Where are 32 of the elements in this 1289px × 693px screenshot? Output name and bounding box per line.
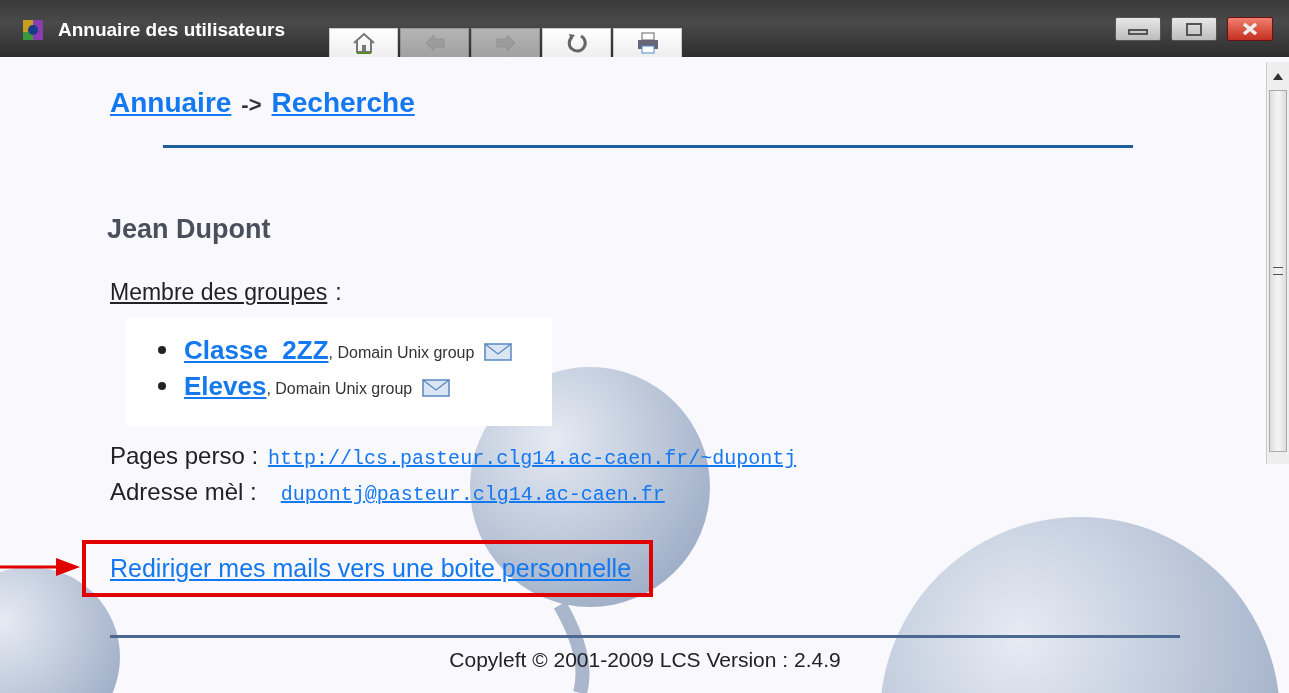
scroll-thumb[interactable] <box>1269 90 1287 452</box>
window-title: Annuaire des utilisateurs <box>58 19 285 41</box>
up-arrow-icon <box>1273 72 1283 80</box>
breadcrumb-link[interactable]: Annuaire <box>110 87 232 119</box>
groups-heading: Membre des groupes <box>110 279 328 306</box>
close-icon <box>1241 23 1259 35</box>
heading-colon: : <box>335 279 342 306</box>
envelope-icon[interactable] <box>484 343 513 361</box>
app-icon <box>22 19 44 41</box>
field-label: Adresse mèl : <box>110 478 257 506</box>
group-link[interactable]: Classe_2ZZ <box>184 334 329 366</box>
field-link[interactable]: http://lcs.pasteur.clg14.ac-caen.fr/~dupontj <box>268 447 797 470</box>
group-link[interactable]: Eleves <box>184 370 267 402</box>
breadcrumb-link[interactable]: Recherche <box>271 87 415 119</box>
bullet-icon <box>158 382 166 390</box>
close-button[interactable] <box>1227 17 1273 41</box>
redirect-link[interactable]: Rediriger mes mails vers une boite personnelle <box>110 554 632 582</box>
minimize-button[interactable] <box>1115 17 1161 41</box>
maximize-button[interactable] <box>1171 17 1217 41</box>
envelope-icon[interactable] <box>422 379 451 397</box>
field-label: Pages perso : <box>110 442 259 470</box>
scrollbar[interactable] <box>1266 62 1289 464</box>
home-button[interactable] <box>329 28 398 57</box>
reload-button[interactable] <box>542 28 611 57</box>
bullet-icon <box>158 346 166 354</box>
copyright-text: Copyleft © 2001-2009 LCS Version : 2.4.9 <box>448 648 842 672</box>
user-name: Jean Dupont <box>107 214 272 245</box>
breadcrumb-separator: -> <box>241 92 262 118</box>
field-link[interactable]: dupontj@pasteur.clg14.ac-caen.fr <box>280 483 665 506</box>
group-description: , Domain Unix group <box>328 344 475 362</box>
group-description: , Domain Unix group <box>266 380 413 398</box>
print-button[interactable] <box>613 28 682 57</box>
